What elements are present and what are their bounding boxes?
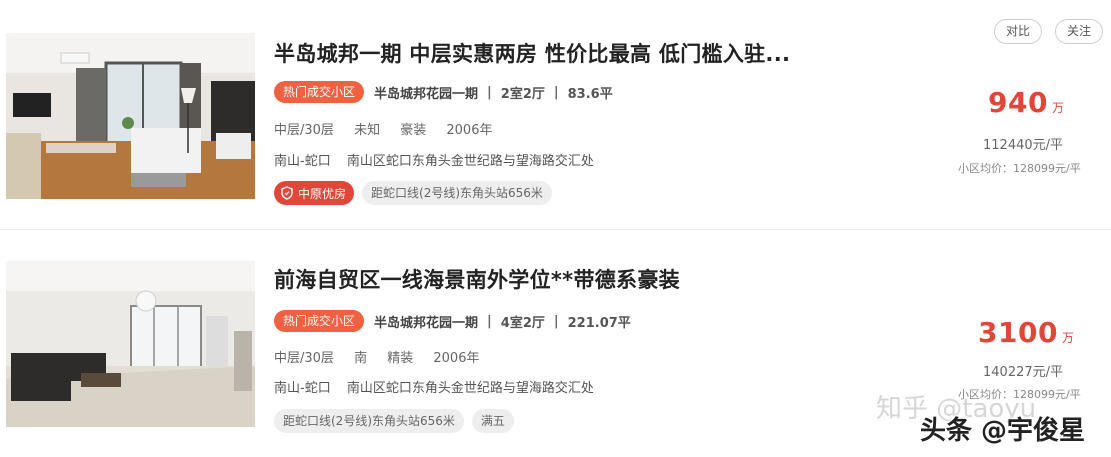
address: 南山区蛇口东角头金世纪路与望海路交汇处 [346, 381, 594, 396]
unit-price: 140227元/平 [983, 365, 1064, 380]
location-row: 南山-蛇口 南山区蛇口东角头金世纪路与望海路交汇处 [274, 150, 594, 169]
hot-community-tag: 热门成交小区 [274, 81, 365, 103]
separator: | [553, 313, 559, 329]
listing-info-row: 热门成交小区 半岛城邦花园一期 | 2室2厅 | 83.6平 [274, 80, 613, 104]
unit-price: 112440元/平 [983, 138, 1064, 153]
total-price-unit: 万 [1051, 101, 1064, 115]
metro-distance-tag: 距蛇口线(2号线)东角头站656米 [362, 181, 552, 205]
listing-title[interactable]: 半岛城邦一期 中层实惠两房 性价比最高 低门槛入驻... [274, 38, 790, 68]
district: 南山-蛇口 [274, 381, 331, 396]
agency-badge: 中原优房 [274, 181, 355, 205]
room-layout: 2室2厅 [500, 86, 545, 102]
separator: | [553, 84, 559, 100]
metro-distance-tag: 距蛇口线(2号线)东角头站656米 [274, 409, 464, 433]
listing-info-row: 热门成交小区 半岛城邦花园一期 | 4室2厅 | 221.07平 [274, 309, 631, 333]
listing-photo[interactable] [6, 33, 255, 199]
community-name[interactable]: 半岛城邦花园一期 [374, 312, 478, 331]
address: 南山区蛇口东角头金世纪路与望海路交汇处 [346, 154, 594, 169]
total-price-value: 940 [988, 86, 1048, 119]
floor-level: 中层/30层 [274, 123, 334, 138]
location-row: 南山-蛇口 南山区蛇口东角头金世纪路与望海路交汇处 [274, 377, 594, 396]
tag-row: 中原优房 距蛇口线(2号线)东角头站656米 [274, 181, 560, 205]
agency-badge-label: 中原优房 [298, 186, 347, 201]
toutiao-watermark: 头条 @宇俊星 [920, 416, 1086, 446]
decoration: 豪装 [400, 123, 427, 138]
room-layout: 4室2厅 [500, 315, 545, 331]
listing-card[interactable]: 半岛城邦一期 中层实惠两房 性价比最高 低门槛入驻... 热门成交小区 半岛城邦… [0, 0, 1111, 229]
total-price: 940 万 [988, 86, 1064, 119]
attribute-row: 中层/30层 未知 豪装 2006年 [274, 119, 508, 138]
build-year: 2006年 [433, 351, 480, 366]
living-room-photo [6, 261, 255, 427]
floor-area: 83.6平 [567, 86, 613, 102]
total-price-unit: 万 [1061, 331, 1074, 345]
tag-row: 距蛇口线(2号线)东角头站656米 满五 [274, 409, 522, 433]
listing-title[interactable]: 前海自贸区一线海景南外学位**带德系豪装 [274, 264, 680, 294]
living-room-photo [6, 33, 255, 199]
floor-area: 221.07平 [567, 315, 631, 331]
community-average-price: 小区均价：128099元/平 [958, 162, 1081, 175]
build-year: 2006年 [446, 123, 493, 138]
hot-community-tag: 热门成交小区 [274, 310, 365, 332]
listing-photo[interactable] [6, 261, 255, 427]
compare-button[interactable]: 对比 [994, 19, 1043, 44]
shield-icon [281, 186, 293, 200]
total-price-value: 3100 [978, 316, 1058, 349]
orientation: 南 [354, 351, 368, 366]
decoration: 精装 [387, 351, 414, 366]
ownership-tag: 满五 [471, 409, 514, 433]
floor-level: 中层/30层 [274, 351, 334, 366]
district: 南山-蛇口 [274, 154, 331, 169]
separator: | [487, 84, 492, 100]
follow-button[interactable]: 关注 [1055, 19, 1104, 44]
orientation: 未知 [354, 123, 381, 138]
separator: | [487, 313, 492, 329]
community-name[interactable]: 半岛城邦花园一期 [374, 83, 478, 102]
attribute-row: 中层/30层 南 精装 2006年 [274, 347, 495, 366]
total-price: 3100 万 [978, 316, 1074, 349]
